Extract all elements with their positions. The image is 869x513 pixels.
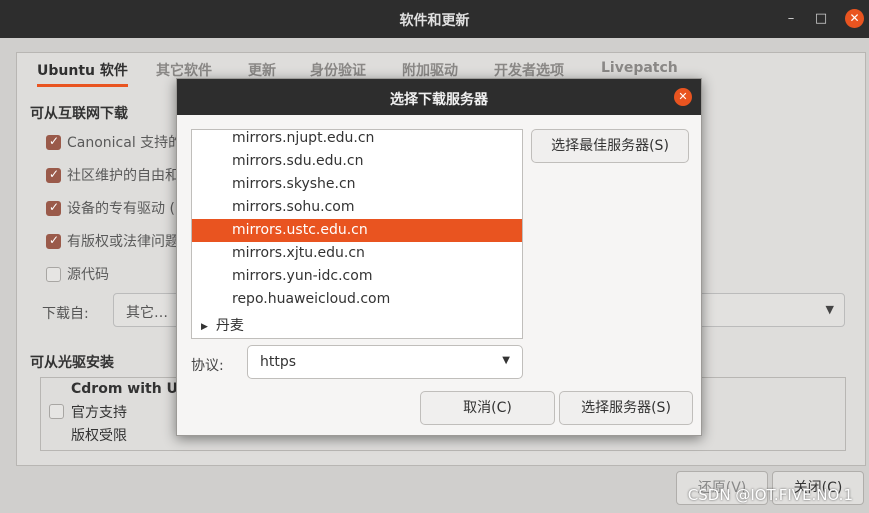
tab-authentication[interactable]: 身份验证 (310, 60, 366, 80)
option-canonical[interactable]: Canonical 支持的 (46, 132, 182, 152)
mirror-item[interactable]: mirrors.sohu.com (192, 196, 522, 219)
dialog-title: 选择下载服务器 (390, 92, 488, 108)
cancel-button[interactable]: 取消(C) (420, 391, 555, 425)
option-label: 源代码 (67, 267, 109, 283)
option-label: 有版权或法律问题 (67, 234, 179, 250)
cdrom-checkbox[interactable] (49, 404, 64, 419)
dialog-titlebar: 选择下载服务器 ✕ (177, 79, 701, 115)
minimize-icon[interactable]: – (782, 10, 800, 28)
choose-server-button[interactable]: 选择服务器(S) (559, 391, 693, 425)
country-node[interactable]: ▶ 丹麦 (192, 315, 522, 338)
option-proprietary-drivers[interactable]: 设备的专有驱动 ( (46, 198, 175, 218)
option-source-code[interactable]: 源代码 (46, 264, 109, 284)
close-icon[interactable]: ✕ (845, 9, 864, 28)
protocol-label: 协议: (191, 358, 224, 374)
checkbox-checked[interactable] (46, 134, 61, 150)
tab-livepatch[interactable]: Livepatch (601, 60, 678, 76)
chevron-down-icon: ▼ (825, 303, 834, 316)
chevron-down-icon: ▼ (502, 355, 510, 366)
checkbox-checked[interactable] (46, 200, 61, 216)
mirror-item[interactable]: mirrors.yun-idc.com (192, 265, 522, 288)
maximize-icon[interactable]: □ (812, 10, 830, 28)
tab-developer-options[interactable]: 开发者选项 (494, 60, 564, 80)
option-label: 社区维护的自由和 (67, 168, 179, 184)
download-from-label: 下载自: (42, 306, 89, 322)
cdrom-line: 官方支持 (71, 405, 127, 421)
window-titlebar: 软件和更新 – □ ✕ (0, 0, 869, 38)
country-label: 丹麦 (215, 318, 244, 334)
protocol-select[interactable]: https ▼ (247, 345, 523, 379)
tab-updates[interactable]: 更新 (248, 60, 276, 80)
cdrom-line: 版权受限 (71, 428, 127, 444)
mirror-list[interactable]: mirrors.njupt.edu.cn mirrors.sdu.edu.cn … (191, 129, 523, 339)
tab-other-software[interactable]: 其它软件 (156, 60, 212, 80)
mirror-item[interactable]: mirrors.xjtu.edu.cn (192, 242, 522, 265)
option-label: Canonical 支持的 (67, 135, 183, 151)
close-icon[interactable]: ✕ (674, 88, 692, 106)
cdrom-section-heading: 可从光驱安装 (30, 355, 114, 371)
checkbox-unchecked[interactable] (46, 266, 61, 282)
checkbox-checked[interactable] (46, 167, 61, 183)
checkbox-checked[interactable] (46, 233, 61, 249)
mirror-item-selected[interactable]: mirrors.ustc.edu.cn (192, 219, 522, 242)
download-from-value: 其它… (126, 305, 168, 321)
window-title: 软件和更新 (399, 13, 470, 29)
internet-section-heading: 可从互联网下载 (30, 106, 128, 122)
mirror-item[interactable]: repo.huaweicloud.com (192, 288, 522, 311)
select-best-server-button[interactable]: 选择最佳服务器(S) (531, 129, 689, 163)
mirror-item[interactable]: mirrors.njupt.edu.cn (192, 130, 522, 150)
option-community[interactable]: 社区维护的自由和 (46, 165, 179, 185)
select-server-dialog: 选择下载服务器 ✕ mirrors.njupt.edu.cn mirrors.s… (176, 78, 702, 436)
mirror-item[interactable]: mirrors.sdu.edu.cn (192, 150, 522, 173)
protocol-value: https (260, 354, 297, 370)
option-restricted[interactable]: 有版权或法律问题 (46, 231, 179, 251)
tab-ubuntu-software[interactable]: Ubuntu 软件 (37, 60, 128, 87)
expander-icon[interactable]: ▶ (201, 322, 208, 332)
option-label: 设备的专有驱动 ( (67, 201, 175, 217)
mirror-item[interactable]: mirrors.skyshe.cn (192, 173, 522, 196)
tab-additional-drivers[interactable]: 附加驱动 (402, 60, 458, 80)
watermark: CSDN @IOT.FIVE.NO.1 (687, 486, 853, 504)
